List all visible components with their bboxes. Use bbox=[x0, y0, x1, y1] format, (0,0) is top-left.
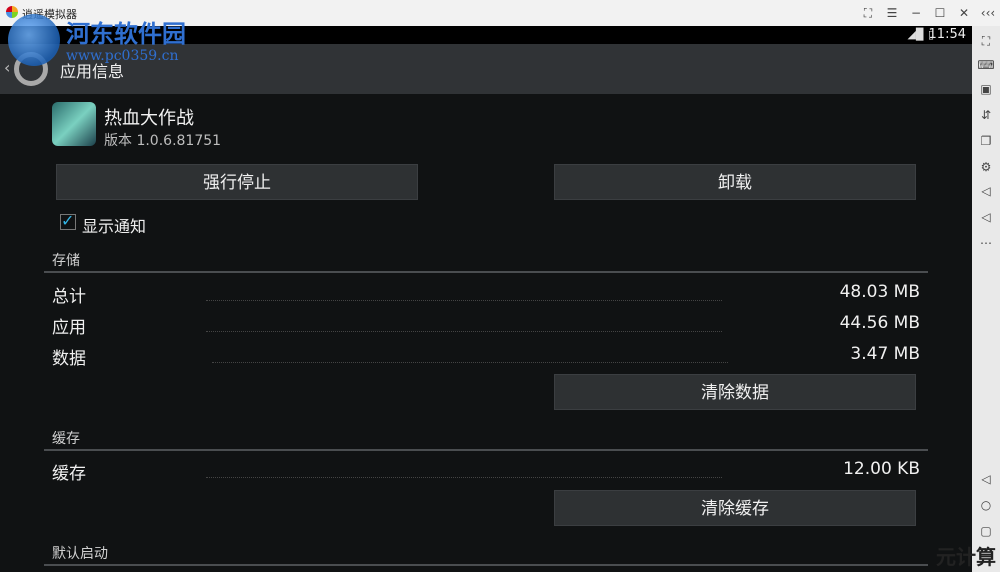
section-divider bbox=[44, 271, 928, 273]
recents-nav-icon[interactable]: ▢ bbox=[972, 524, 1000, 538]
show-notifications-checkbox[interactable] bbox=[60, 211, 76, 230]
uninstall-button[interactable]: 卸载 bbox=[554, 164, 916, 200]
window-controls: ⛶ ☰ − ☐ ✕ ‹‹‹ bbox=[856, 0, 1000, 26]
maximize-icon[interactable]: ☐ bbox=[928, 6, 952, 20]
emulator-logo-icon bbox=[6, 6, 18, 18]
rotate-icon[interactable]: ⇵ bbox=[972, 108, 1000, 122]
volume-up-icon[interactable]: ◁ bbox=[972, 184, 1000, 198]
section-divider bbox=[44, 449, 928, 451]
dotted-leader bbox=[212, 362, 728, 363]
corner-watermark: 元计算 bbox=[936, 545, 996, 569]
dotted-leader bbox=[206, 477, 722, 478]
force-stop-button[interactable]: 强行停止 bbox=[56, 164, 418, 200]
app-version: 版本 1.0.6.81751 bbox=[104, 133, 222, 149]
settings-icon[interactable]: ⚙ bbox=[972, 160, 1000, 174]
cache-section-title: 缓存 bbox=[52, 431, 80, 447]
app-info-content: 热血大作战 版本 1.0.6.81751 强行停止 卸载 显示通知 存储 总计 … bbox=[0, 94, 972, 572]
collapse-icon[interactable]: ‹‹‹ bbox=[976, 6, 1000, 20]
multi-window-icon[interactable]: ❐ bbox=[972, 134, 1000, 148]
watermark-title: 河东软件园 bbox=[66, 19, 186, 48]
dotted-leader bbox=[206, 300, 722, 301]
screenshot-icon[interactable]: ▣ bbox=[972, 82, 1000, 96]
watermark-url: www.pc0359.cn bbox=[66, 48, 179, 64]
section-divider bbox=[44, 564, 928, 566]
minimize-icon[interactable]: − bbox=[904, 6, 928, 20]
default-launch-section-title: 默认启动 bbox=[52, 546, 108, 562]
clear-data-button[interactable]: 清除数据 bbox=[554, 374, 916, 410]
more-icon[interactable]: ⋯ bbox=[972, 236, 1000, 250]
menu-icon[interactable]: ☰ bbox=[880, 6, 904, 20]
clear-cache-button[interactable]: 清除缓存 bbox=[554, 490, 916, 526]
volume-down-icon[interactable]: ◁ bbox=[972, 210, 1000, 224]
status-time: 11:54 bbox=[928, 27, 966, 42]
storage-total-value: 48.03 MB bbox=[839, 282, 920, 302]
settings-icon[interactable]: ⛶ bbox=[856, 6, 880, 21]
back-nav-icon[interactable]: ◁ bbox=[972, 472, 1000, 486]
fullscreen-icon[interactable]: ⛶ bbox=[972, 34, 1000, 49]
cache-value: 12.00 KB bbox=[843, 459, 920, 479]
storage-app-value: 44.56 MB bbox=[839, 313, 920, 333]
keyboard-icon[interactable]: ⌨ bbox=[972, 58, 1000, 72]
watermark-logo-icon bbox=[8, 14, 60, 66]
close-icon[interactable]: ✕ bbox=[952, 6, 976, 20]
storage-data-value: 3.47 MB bbox=[850, 344, 920, 364]
app-name: 热血大作战 bbox=[104, 108, 194, 129]
app-icon bbox=[52, 102, 96, 146]
back-chevron-icon[interactable]: ‹ bbox=[4, 58, 10, 77]
emulator-sidebar: ⛶ ⌨ ▣ ⇵ ❐ ⚙ ◁ ◁ ⋯ ◁ ○ ▢ bbox=[972, 26, 1000, 572]
home-nav-icon[interactable]: ○ bbox=[972, 498, 1000, 512]
storage-section-title: 存储 bbox=[52, 253, 80, 269]
storage-data-label: 数据 bbox=[52, 349, 86, 369]
dotted-leader bbox=[206, 331, 722, 332]
show-notifications-label: 显示通知 bbox=[82, 217, 147, 236]
storage-total-label: 总计 bbox=[52, 287, 86, 307]
cache-label: 缓存 bbox=[52, 464, 86, 484]
storage-app-label: 应用 bbox=[52, 318, 86, 338]
